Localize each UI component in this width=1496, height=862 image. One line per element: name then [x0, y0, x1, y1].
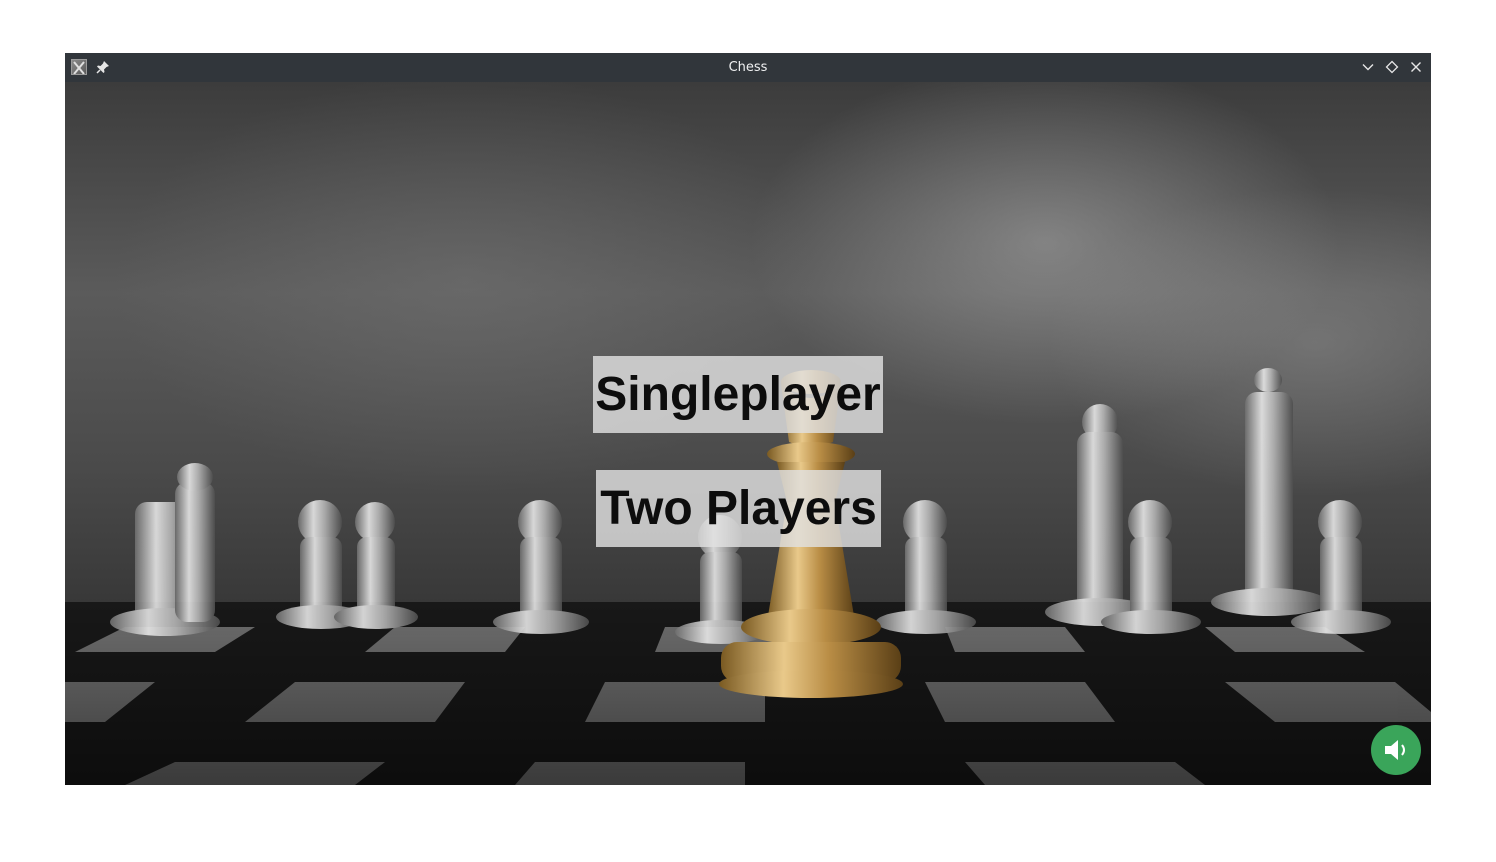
sound-toggle-button[interactable]	[1371, 725, 1421, 775]
chevron-down-icon[interactable]	[1359, 58, 1377, 76]
close-icon[interactable]	[1407, 58, 1425, 76]
window-title: Chess	[728, 60, 768, 75]
app-window: Chess Singleplayer Two Players	[65, 53, 1431, 785]
title-bar[interactable]: Chess	[65, 53, 1431, 82]
diamond-icon[interactable]	[1383, 58, 1401, 76]
speaker-icon	[1385, 740, 1405, 760]
chess-menu-screen: Singleplayer Two Players	[65, 82, 1431, 785]
singleplayer-button[interactable]: Singleplayer	[593, 356, 883, 433]
two-players-button[interactable]: Two Players	[596, 470, 881, 547]
chess-background-image	[65, 368, 1431, 785]
